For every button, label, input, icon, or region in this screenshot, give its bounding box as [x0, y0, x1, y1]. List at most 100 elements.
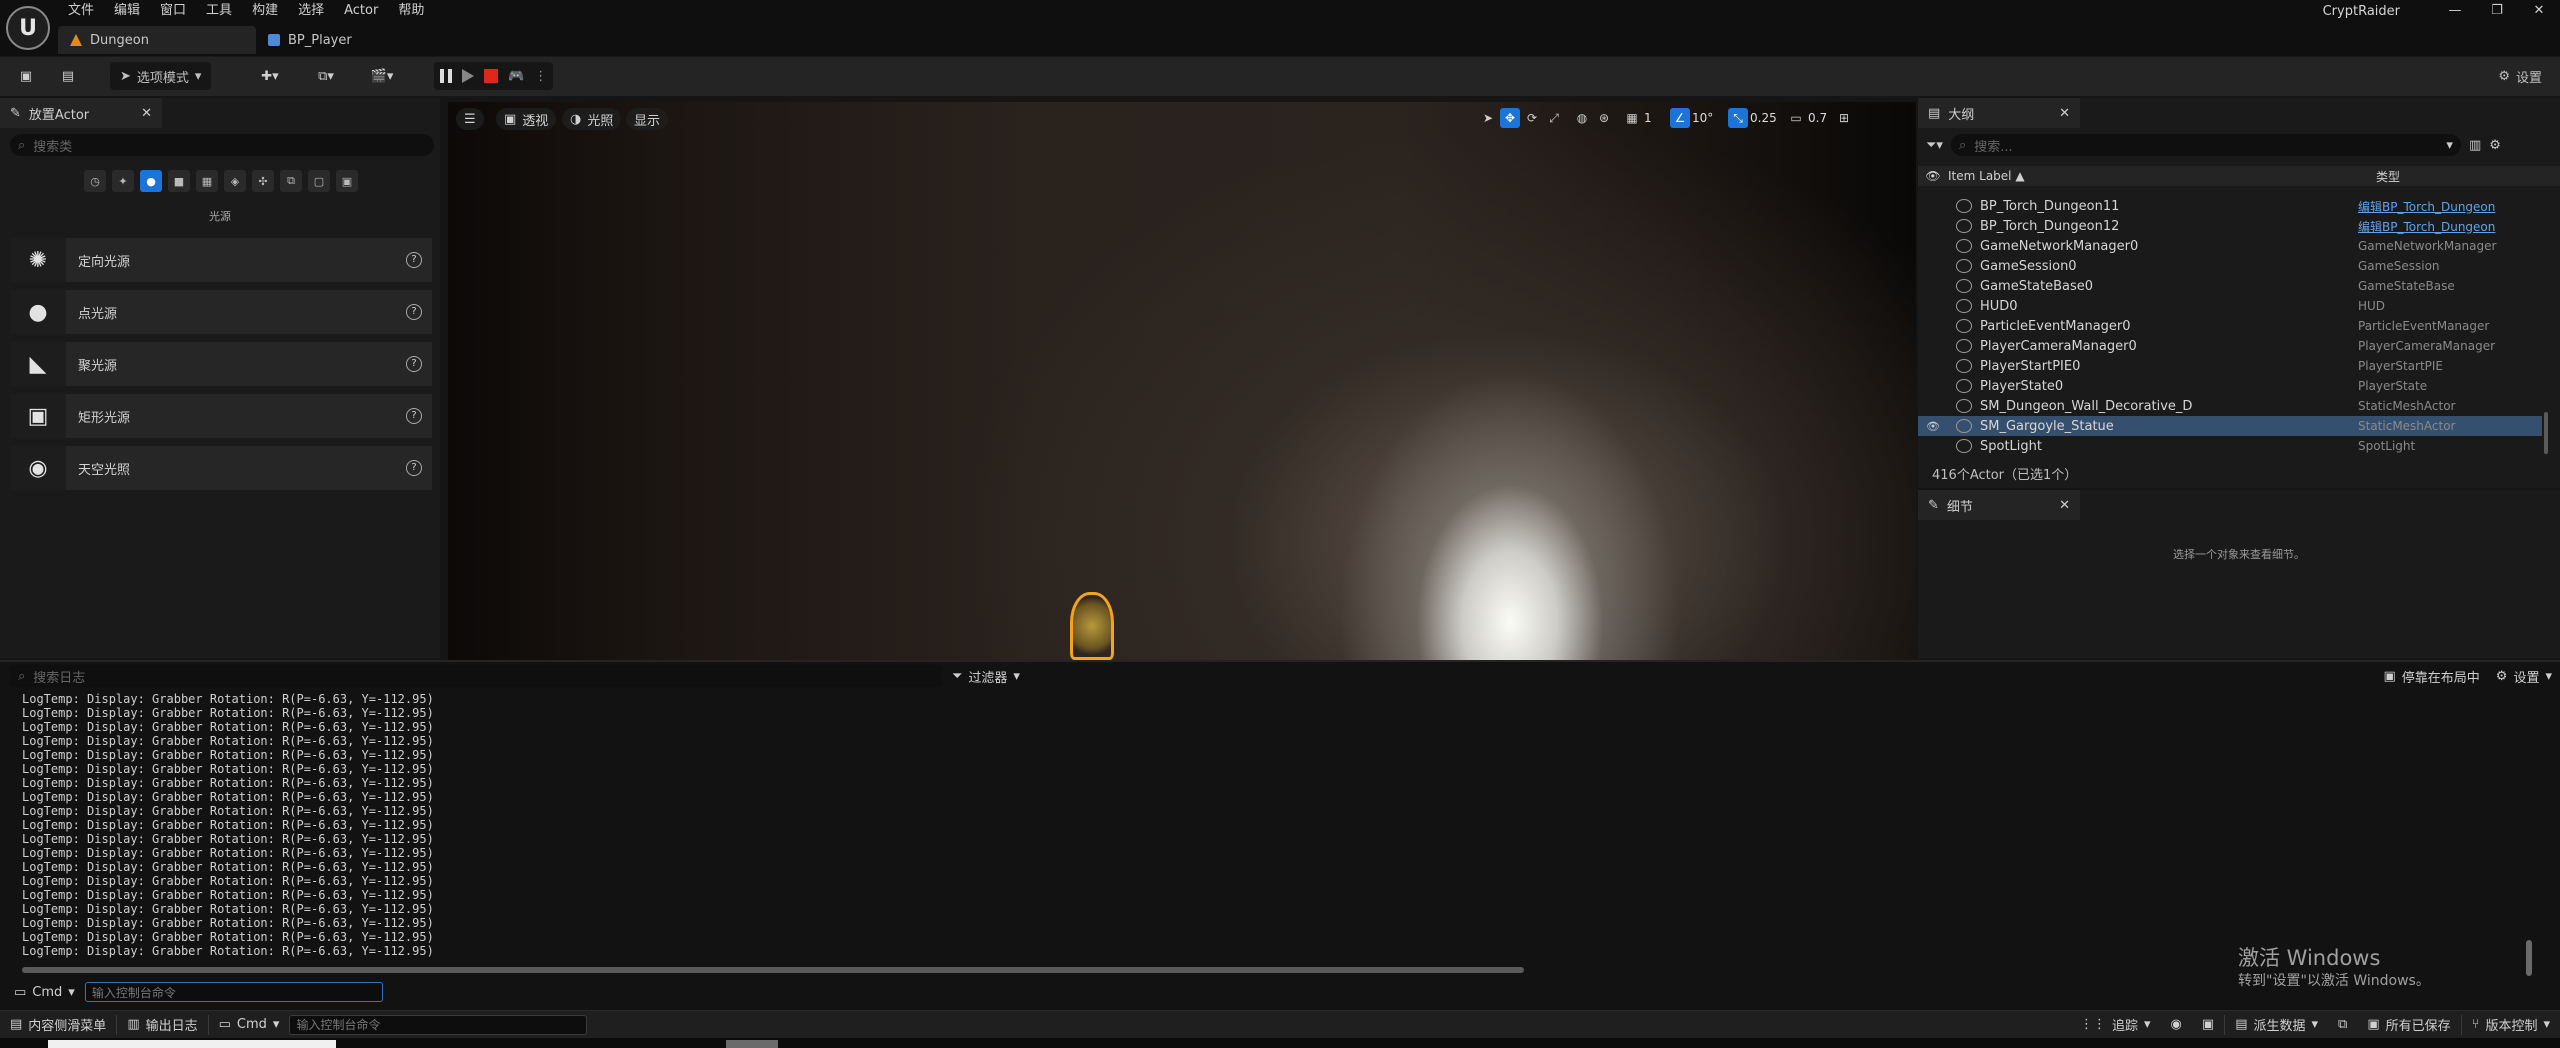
version-control-button[interactable]: ⑂ 版本控制 ▾: [2462, 1011, 2560, 1039]
cmd-selector[interactable]: ▭ Cmd ▾: [14, 985, 75, 1000]
outliner-row[interactable]: SM_Dungeon_Wall_Decorative_D StaticMeshAc…: [1918, 396, 2542, 416]
derived-data-button[interactable]: ▤ 派生数据 ▾: [2225, 1011, 2328, 1039]
menu-tools[interactable]: 工具: [196, 0, 242, 22]
record-icon[interactable]: ◉: [2161, 1011, 2192, 1039]
selected-gargoyle-statue[interactable]: [1070, 592, 1114, 660]
outliner-row[interactable]: ParticleEventManager0 ParticleEventManage…: [1918, 316, 2542, 336]
status-console-input[interactable]: 输入控制台命令: [289, 1014, 588, 1035]
taskbar-item[interactable]: [48, 1040, 336, 1048]
angle-snap-icon[interactable]: ∠: [1670, 108, 1690, 128]
close-tab-icon[interactable]: ✕: [2059, 106, 2070, 121]
maximize-viewport-icon[interactable]: ⊞: [1834, 108, 1854, 128]
basic-icon[interactable]: ✦: [112, 170, 134, 192]
volumes-icon[interactable]: ⧉: [280, 170, 302, 192]
taskbar-item[interactable]: [726, 1040, 778, 1048]
world-icon[interactable]: ◍: [1572, 108, 1592, 128]
add-folder-icon[interactable]: ▥: [2469, 138, 2481, 153]
geometry-icon[interactable]: ✣: [252, 170, 274, 192]
place-item-sky-light[interactable]: ◉ 天空光照 ?: [10, 446, 432, 490]
visibility-column-icon[interactable]: 👁: [1918, 169, 1948, 183]
cinematics-icon[interactable]: 🎬▾: [362, 62, 402, 90]
outliner-search[interactable]: ⌕ 搜索... ▾: [1950, 134, 2461, 156]
filter-icon[interactable]: ⏷▾: [1926, 138, 1943, 153]
menu-select[interactable]: 选择: [288, 0, 334, 22]
save-all-button[interactable]: ▣ 所有已保存: [2357, 1011, 2460, 1039]
outliner-row[interactable]: 👁 SM_Gargoyle_Statue StaticMeshActor: [1918, 416, 2542, 436]
visibility-icon[interactable]: 👁: [1918, 420, 1948, 433]
add-actor-icon[interactable]: ✚▾: [250, 62, 290, 90]
more-icon[interactable]: ⋮: [534, 69, 547, 84]
all-classes-icon[interactable]: ▢: [308, 170, 330, 192]
outliner-row[interactable]: GameSession0 GameSession: [1918, 256, 2542, 276]
menu-window[interactable]: 窗口: [150, 0, 196, 22]
console-command-input[interactable]: 输入控制台命令: [84, 982, 383, 1002]
visual-effects-icon[interactable]: ◈: [224, 170, 246, 192]
scale-value[interactable]: 0.25: [1750, 111, 1784, 125]
help-icon[interactable]: ?: [406, 304, 422, 320]
pause-icon[interactable]: [440, 69, 452, 83]
rotate-icon[interactable]: ⟳: [1522, 108, 1542, 128]
outliner-row[interactable]: GameStateBase0 GameStateBase: [1918, 276, 2542, 296]
shapes-icon[interactable]: ■: [168, 170, 190, 192]
menu-actor[interactable]: Actor: [334, 0, 388, 22]
dock-in-layout-button[interactable]: ▣ 停靠在布局中: [2383, 667, 2479, 686]
save-icon[interactable]: ▣: [14, 62, 38, 90]
place-item-spot-light[interactable]: ◣ 聚光源 ?: [10, 342, 432, 386]
tab-outliner[interactable]: ▤ 大纲 ✕: [1918, 98, 2080, 128]
unreal-logo-icon[interactable]: U: [6, 6, 50, 50]
camera-speed-value[interactable]: 0.7: [1808, 111, 1832, 125]
outliner-row-type[interactable]: 编辑BP_Torch_Dungeon: [2358, 198, 2495, 215]
place-actors-search[interactable]: ⌕ 搜索类: [10, 134, 434, 156]
tab-place-actors[interactable]: ✎ 放置Actor ✕: [0, 98, 162, 128]
outliner-row[interactable]: BP_Torch_Dungeon11 编辑BP_Torch_Dungeon: [1918, 196, 2542, 216]
gamepad-icon[interactable]: 🎮: [508, 69, 524, 84]
lighting-button[interactable]: ◑ 光照: [562, 108, 622, 130]
gear-icon[interactable]: ⚙: [2489, 138, 2501, 153]
stop-icon[interactable]: [484, 69, 498, 83]
trace-button[interactable]: ⋮⋮ 追踪 ▾: [2070, 1011, 2161, 1039]
col-type[interactable]: 类型: [2376, 168, 2400, 185]
status-cmd-selector[interactable]: ▭ Cmd ▾: [209, 1011, 290, 1039]
cinematic-icon[interactable]: ▦: [196, 170, 218, 192]
output-log-button[interactable]: ▥ 输出日志: [117, 1011, 207, 1039]
close-tab-icon[interactable]: ✕: [2059, 498, 2070, 513]
grid-snap-icon[interactable]: ▦: [1622, 108, 1642, 128]
level-viewport[interactable]: ☰ ▣ 透视 ◑ 光照 显示 ➤ ✥ ⟳ ⤢ ◍ ⊛ ▦ 1 ∠ 10° ⤡ 0…: [448, 102, 1916, 660]
minimize-icon[interactable]: —: [2434, 0, 2476, 22]
outliner-row[interactable]: GameNetworkManager0 GameNetworkManager: [1918, 236, 2542, 256]
place-item-point-light[interactable]: ● 点光源 ?: [10, 290, 432, 334]
log-horizontal-scrollbar[interactable]: [22, 967, 1524, 973]
scale-snap-icon[interactable]: ⤡: [1728, 108, 1748, 128]
perspective-button[interactable]: ▣ 透视: [496, 108, 557, 130]
recent-icon[interactable]: ◷: [84, 170, 106, 192]
tab-bp-player[interactable]: BP_Player: [256, 26, 364, 54]
mode-select-button[interactable]: ➤ 选项模式 ▾: [110, 62, 212, 90]
menu-edit[interactable]: 编辑: [104, 0, 150, 22]
help-icon[interactable]: ?: [406, 408, 422, 424]
outliner-scrollbar[interactable]: [2544, 412, 2548, 454]
screenshot-icon[interactable]: ▣: [2192, 1011, 2224, 1039]
camera-speed-icon[interactable]: ▭: [1786, 108, 1806, 128]
help-icon[interactable]: ?: [406, 460, 422, 476]
content-drawer-button[interactable]: ▤ 内容侧滑菜单: [0, 1011, 116, 1039]
outliner-row-type[interactable]: 编辑BP_Torch_Dungeon: [2358, 218, 2495, 235]
show-button[interactable]: 显示: [626, 108, 669, 130]
close-tab-icon[interactable]: ✕: [141, 106, 152, 121]
outliner-row[interactable]: HUD0 HUD: [1918, 296, 2542, 316]
surface-snap-icon[interactable]: ⊛: [1594, 108, 1614, 128]
restore-icon[interactable]: ❐: [2476, 0, 2518, 22]
help-icon[interactable]: ?: [406, 356, 422, 372]
toolbar-settings[interactable]: ⚙ 设置: [2498, 62, 2542, 90]
log-filter-button[interactable]: ⏷ 过滤器 ▾: [952, 667, 1020, 686]
outliner-row[interactable]: PlayerStartPIE0 PlayerStartPIE: [1918, 356, 2542, 376]
log-vertical-scrollbar[interactable]: [2526, 940, 2532, 976]
content-browser-icon[interactable]: ▤: [56, 62, 80, 90]
select-icon[interactable]: ➤: [1478, 108, 1498, 128]
outliner-row[interactable]: PlayerState0 PlayerState: [1918, 376, 2542, 396]
place-item-directional-light[interactable]: ✺ 定向光源 ?: [10, 238, 432, 282]
col-item-label[interactable]: Item Label ▲: [1948, 169, 2376, 183]
outliner-row[interactable]: PlayerCameraManager0 PlayerCameraManager: [1918, 336, 2542, 356]
source-control-icon[interactable]: ⧉: [2328, 1011, 2357, 1039]
extra-icon[interactable]: ▣: [336, 170, 358, 192]
menu-file[interactable]: 文件: [58, 0, 104, 22]
